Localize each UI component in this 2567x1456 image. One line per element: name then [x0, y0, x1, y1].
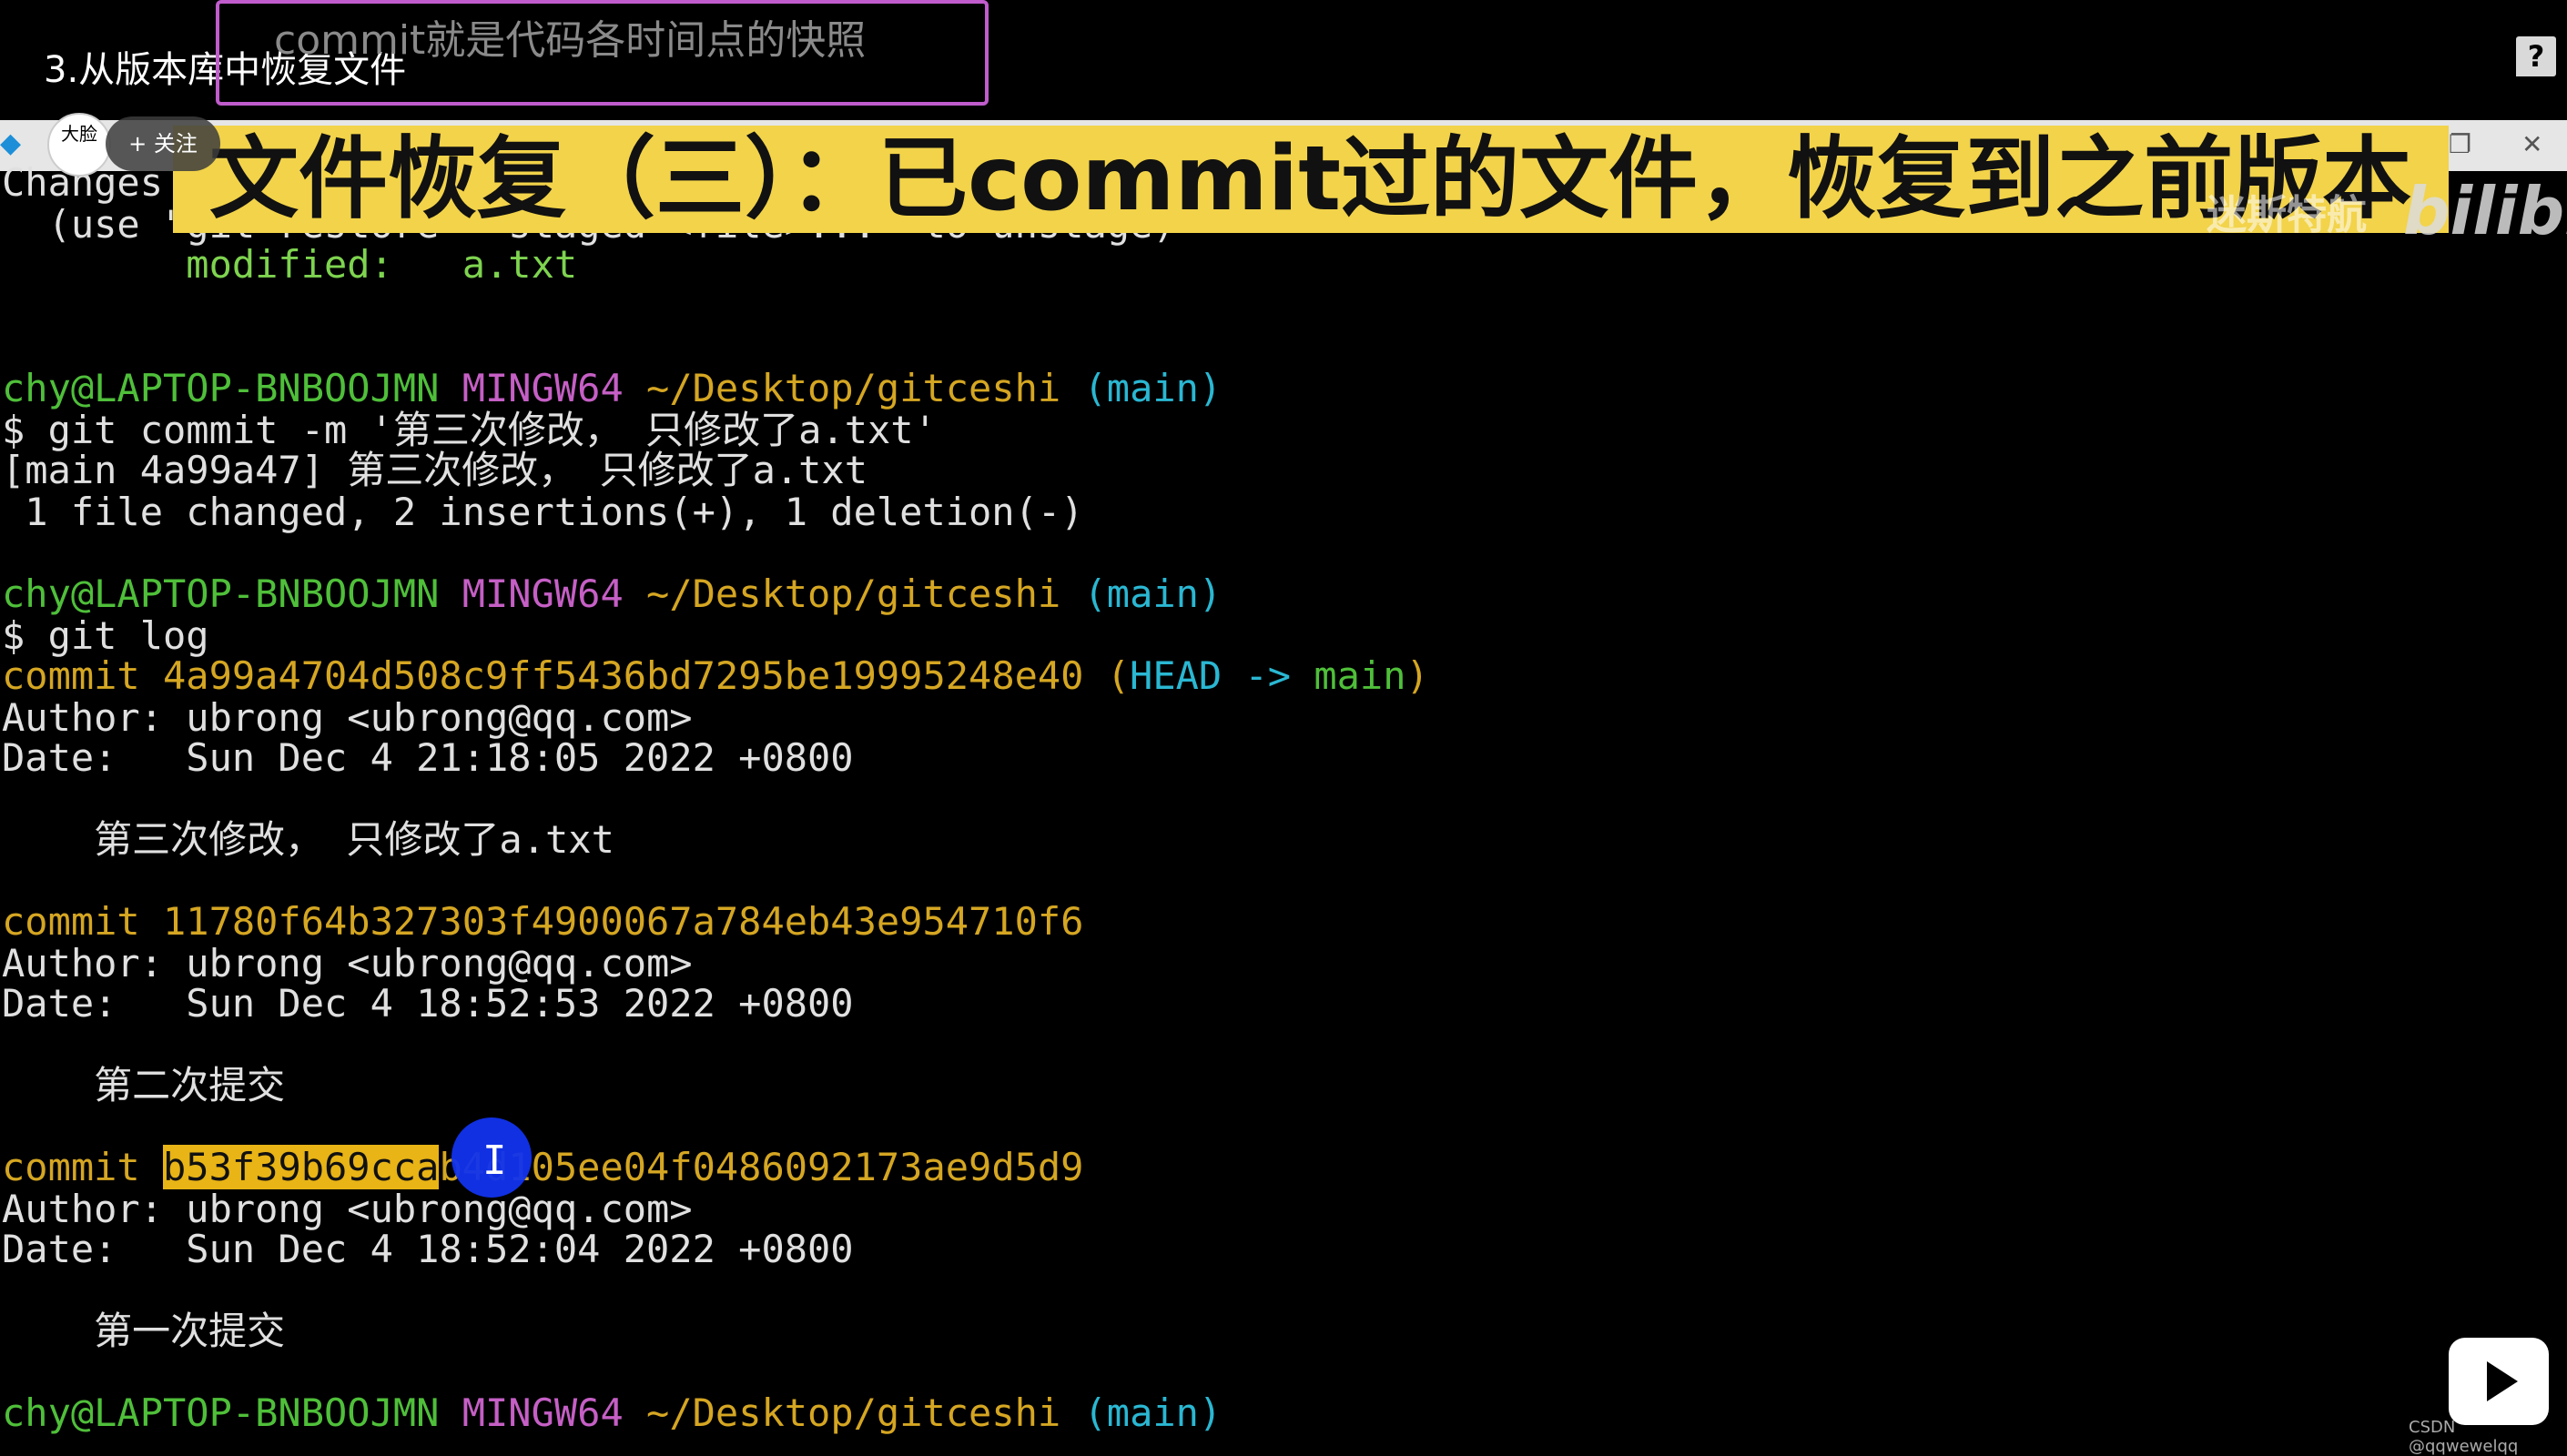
author-line: Author: ubrong <ubrong@qq.com>: [2, 1187, 693, 1231]
follow-button[interactable]: + 关注: [106, 116, 220, 171]
author-line: Author: ubrong <ubrong@qq.com>: [2, 941, 693, 986]
caption-box: commit就是代码各时间点的快照: [216, 0, 989, 106]
commit-word: commit: [2, 653, 164, 698]
prompt-branch: (main): [1083, 571, 1223, 616]
commit-line: commit 4a99a4704d508c9ff5436bd7295be1999…: [2, 655, 1429, 697]
prompt-branch: (main): [1083, 1390, 1223, 1435]
gitbash-icon: ◆: [0, 127, 22, 159]
close-window-icon[interactable]: ✕: [2521, 129, 2549, 159]
commit-word: commit: [2, 1145, 164, 1189]
play-icon: [2487, 1361, 2518, 1401]
prompt-env: MINGW64: [462, 1390, 624, 1435]
ref-close: ): [1405, 653, 1429, 698]
prompt-path: ~/Desktop/gitceshi: [646, 571, 1061, 616]
prompt-line: chy@LAPTOP-BNBOOJMN MINGW64 ~/Desktop/gi…: [2, 573, 1222, 615]
text-cursor-icon: I: [482, 1138, 507, 1184]
terminal-output: Changes (use "git restore --staged <file…: [0, 162, 2567, 1445]
command-line: $ git commit -m '第三次修改， 只修改了a.txt': [2, 408, 937, 452]
credit-watermark: CSDN @qqwewelqq: [2409, 1418, 2519, 1456]
avatar[interactable]: 大脸: [47, 113, 111, 177]
restore-window-icon[interactable]: ❐: [2449, 129, 2476, 159]
title-banner: 文件恢复（三）：已commit过的文件，恢复到之前版本 迷斯特航: [173, 126, 2449, 233]
date-line: Date: Sun Dec 4 18:52:04 2022 +0800: [2, 1227, 854, 1271]
commit-hash-rest[interactable]: b4d105ee04f0486092173ae9d5d9: [439, 1145, 1083, 1189]
banner-text: 文件恢复（三）：已commit过的文件，恢复到之前版本: [209, 127, 2412, 231]
bilibili-logo: bilibili: [2403, 173, 2567, 249]
head-ref: HEAD ->: [1130, 653, 1314, 698]
ref-open: (: [1083, 653, 1131, 698]
prompt-line: chy@LAPTOP-BNBOOJMN MINGW64 ~/Desktop/gi…: [2, 368, 1222, 410]
commit-message: 第一次提交: [2, 1309, 286, 1353]
prompt-line: chy@LAPTOP-BNBOOJMN MINGW64 ~/Desktop/gi…: [2, 1392, 1222, 1434]
commit-line: commit b53f39b69ccab4d105ee04f0486092173…: [2, 1145, 1083, 1189]
window-controls: ❐ ✕: [2430, 124, 2567, 164]
author-line: Author: ubrong <ubrong@qq.com>: [2, 695, 693, 740]
commit-message: 第二次提交: [2, 1063, 286, 1107]
prompt-user: chy@LAPTOP-BNBOOJMN: [2, 366, 440, 410]
commit-message: 第三次修改， 只修改了a.txt: [2, 817, 614, 862]
commit-line[interactable]: commit 11780f64b327303f4900067a784eb43e9…: [2, 901, 1083, 943]
help-icon[interactable]: ?: [2516, 36, 2556, 76]
prompt-user: chy@LAPTOP-BNBOOJMN: [2, 571, 440, 616]
prompt-env: MINGW64: [462, 571, 624, 616]
date-line: Date: Sun Dec 4 21:18:05 2022 +0800: [2, 735, 854, 780]
terminal-line: 1 file changed, 2 insertions(+), 1 delet…: [2, 490, 1084, 534]
caption-text: commit就是代码各时间点的快照: [274, 17, 867, 64]
prompt-branch: (main): [1083, 366, 1223, 410]
prompt-user: chy@LAPTOP-BNBOOJMN: [2, 1390, 440, 1435]
banner-watermark: 迷斯特航: [2207, 192, 2367, 233]
prompt-env: MINGW64: [462, 366, 624, 410]
selected-hash[interactable]: b53f39b69cca: [163, 1145, 440, 1189]
branch-ref: main: [1314, 653, 1406, 698]
command-line: $ git log: [2, 613, 209, 658]
prompt-path: ~/Desktop/gitceshi: [646, 1390, 1061, 1435]
terminal-line: modified: a.txt: [2, 242, 578, 287]
commit-hash[interactable]: 4a99a4704d508c9ff5436bd7295be19995248e40: [163, 653, 1083, 698]
bilibili-tv-icon[interactable]: [2449, 1338, 2549, 1425]
terminal-line: [main 4a99a47] 第三次修改， 只修改了a.txt: [2, 448, 868, 492]
prompt-path: ~/Desktop/gitceshi: [646, 366, 1061, 410]
date-line: Date: Sun Dec 4 18:52:53 2022 +0800: [2, 981, 854, 1026]
